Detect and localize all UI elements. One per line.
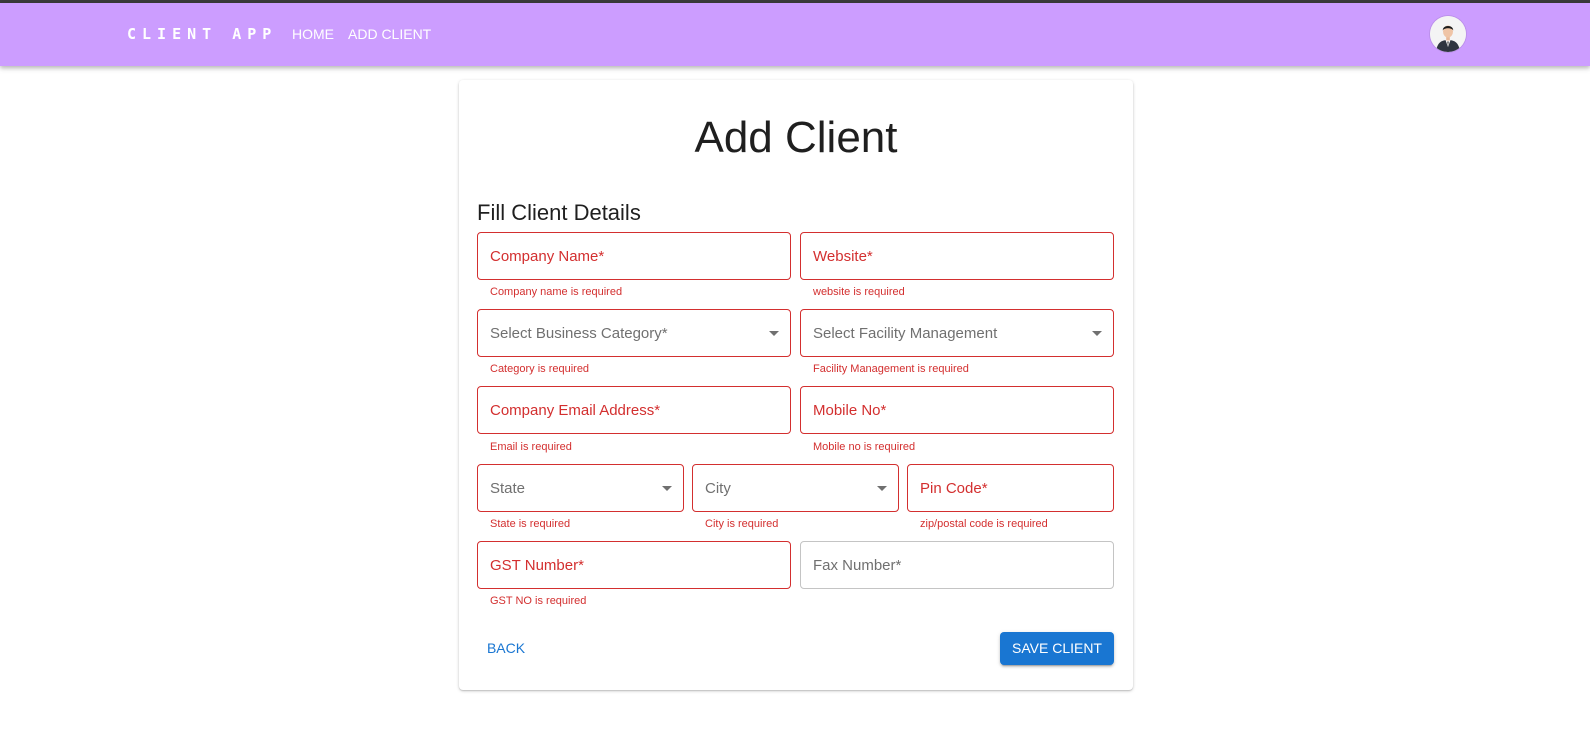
app-bar: CLIENT APP HOME ADD CLIENT — [0, 3, 1590, 66]
fax-number-input[interactable]: Fax Number* — [800, 541, 1114, 589]
fax-number-label: Fax Number* — [813, 557, 902, 574]
company-name-error: Company name is required — [490, 286, 623, 298]
page-title: Add Client — [694, 113, 898, 162]
arrow-drop-down-icon — [769, 331, 779, 336]
company-email-error: Email is required — [490, 441, 572, 453]
gst-number-error: GST NO is required — [490, 595, 587, 607]
city-label: City — [705, 480, 731, 497]
add-client-card: Add Client Fill Client Details Company N… — [459, 80, 1133, 690]
company-email-input[interactable]: Company Email Address* — [477, 386, 791, 434]
person-icon — [1430, 16, 1466, 52]
company-email-label: Company Email Address* — [490, 402, 661, 419]
save-client-button[interactable]: SAVE CLIENT — [1000, 632, 1114, 665]
company-name-input[interactable]: Company Name* — [477, 232, 791, 280]
website-error: website is required — [813, 286, 905, 298]
gst-number-input[interactable]: GST Number* — [477, 541, 791, 589]
website-input[interactable]: Website* — [800, 232, 1114, 280]
user-avatar-icon[interactable] — [1430, 16, 1466, 52]
arrow-drop-down-icon — [662, 486, 672, 491]
pin-code-error: zip/postal code is required — [920, 518, 1048, 530]
city-select[interactable]: City — [692, 464, 899, 512]
website-label: Website* — [813, 248, 873, 265]
arrow-drop-down-icon — [1092, 331, 1102, 336]
state-label: State — [490, 480, 526, 497]
business-category-error: Category is required — [490, 363, 590, 375]
business-category-label: Select Business Category* — [490, 325, 668, 342]
nav-add-client-link[interactable]: ADD CLIENT — [348, 26, 431, 42]
nav-home-link[interactable]: HOME — [292, 26, 334, 42]
city-error: City is required — [705, 518, 779, 530]
business-category-select[interactable]: Select Business Category* — [477, 309, 791, 357]
mobile-no-input[interactable]: Mobile No* — [800, 386, 1114, 434]
facility-management-select[interactable]: Select Facility Management — [800, 309, 1114, 357]
facility-management-error: Facility Management is required — [813, 363, 969, 375]
mobile-no-label: Mobile No* — [813, 402, 887, 419]
back-button[interactable]: BACK — [477, 632, 535, 665]
pin-code-input[interactable]: Pin Code* — [907, 464, 1114, 512]
facility-management-label: Select Facility Management — [813, 325, 998, 342]
app-brand: CLIENT APP — [127, 25, 278, 43]
company-name-label: Company Name* — [490, 248, 605, 265]
gst-number-label: GST Number* — [490, 557, 584, 574]
form-subtitle: Fill Client Details — [477, 200, 641, 225]
arrow-drop-down-icon — [877, 486, 887, 491]
state-error: State is required — [490, 518, 571, 530]
pin-code-label: Pin Code* — [920, 480, 988, 497]
mobile-no-error: Mobile no is required — [813, 441, 916, 453]
state-select[interactable]: State — [477, 464, 684, 512]
